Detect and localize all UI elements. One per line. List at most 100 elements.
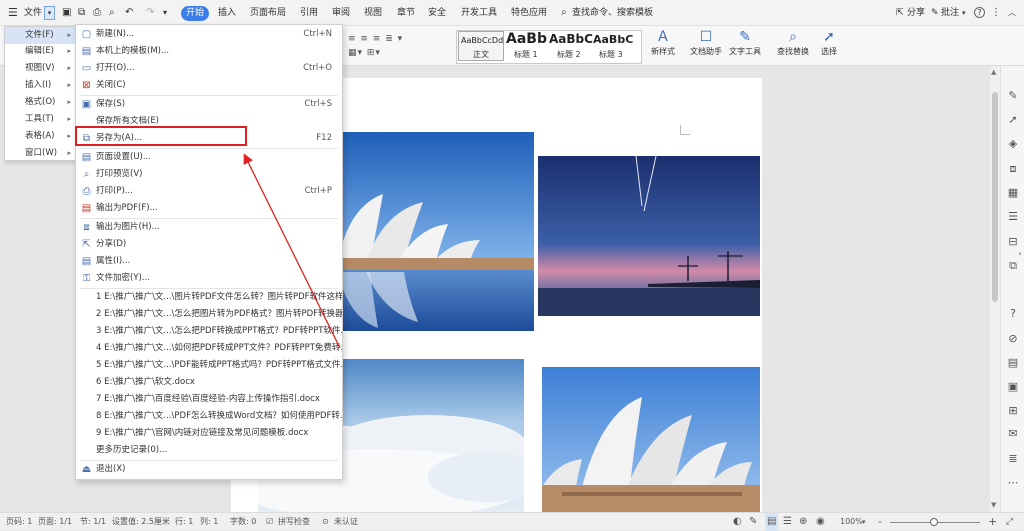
recent-file[interactable]: 5 E:\推广\推广\文...\PDF能转成PPT格式吗？PDF转PPT格式文件… — [76, 357, 342, 374]
hamburger-icon[interactable]: ☰ — [8, 0, 18, 26]
menu-table[interactable]: 表格(A) ▸ — [5, 128, 77, 145]
share-button[interactable]: 分享 — [907, 0, 925, 26]
zoom-in-button[interactable]: + — [988, 513, 997, 531]
command-search[interactable]: 查找命令、搜索模板 — [572, 0, 653, 26]
status-certification[interactable]: 未认证 — [334, 513, 358, 531]
align-icons[interactable]: ≡ ≡ ≡ ≣ ▾ — [348, 34, 403, 44]
style-heading-2[interactable]: AaBbC 标题 2 — [549, 31, 593, 61]
list-icon[interactable]: ≣ — [1005, 451, 1021, 467]
recent-file[interactable]: 4 E:\推广\推广\文...\如何把PDF转成PPT文件？PDF转PPT免费转… — [76, 340, 342, 357]
settings-sliders-icon[interactable]: ☰ — [1005, 209, 1021, 225]
recent-file[interactable]: 7 E:\推广\推广\百度经验\百度经验-内容上传操作指引.docx — [76, 391, 342, 408]
recent-file[interactable]: 2 E:\推广\推广\文...\怎么把图片转为PDF格式？图片转PDF转换器..… — [76, 306, 342, 323]
tab-page-layout[interactable]: 页面布局 — [250, 0, 286, 26]
gallery-icon[interactable]: ⊞ — [1005, 403, 1021, 419]
table-icon[interactable]: ▦ — [1005, 185, 1021, 201]
scroll-down-icon[interactable]: ▼ — [991, 501, 996, 509]
file-dropdown-icon[interactable]: ▾ — [44, 6, 55, 20]
more-history[interactable]: 更多历史记录(0)... — [76, 442, 342, 459]
print-icon[interactable]: ⎙ — [93, 0, 101, 26]
pen-icon[interactable]: ✎ — [1005, 88, 1021, 104]
zoom-dropdown-icon[interactable]: ▾ — [862, 513, 866, 531]
print-preview-icon[interactable]: ⌕ — [109, 0, 115, 26]
menu-item-share[interactable]: ⇱ 分享(D) — [76, 236, 342, 253]
link-icon[interactable]: ⊘ — [1005, 331, 1021, 347]
menu-item-print[interactable]: ⎙ 打印(P)... Ctrl+P — [76, 183, 342, 200]
menu-item-new[interactable]: ▢ 新建(N)... Ctrl+N — [76, 26, 342, 43]
comment-icon[interactable]: ✉ — [1005, 426, 1021, 442]
tab-security[interactable]: 安全 — [428, 0, 446, 26]
shapes-icon[interactable]: ◈ — [1005, 136, 1021, 152]
status-setting[interactable]: 设置值: 2.5厘米 — [112, 513, 170, 531]
recent-file[interactable]: 1 E:\推广\推广\文...\图片转PDF文件怎么转？图片转PDF软件这样..… — [76, 289, 342, 306]
menu-tools[interactable]: 工具(T) ▸ — [5, 111, 77, 128]
save-icon[interactable]: ▣ — [62, 0, 71, 26]
collapse-ribbon-icon[interactable]: ︿ — [1008, 0, 1016, 26]
zoom-slider-thumb[interactable] — [930, 518, 938, 526]
web-view-icon[interactable]: ⊕ — [799, 513, 807, 531]
annotate-button[interactable]: 批注 — [941, 0, 959, 26]
menu-view[interactable]: 视图(V) ▸ — [5, 60, 77, 77]
tab-view[interactable]: 视图 — [364, 0, 382, 26]
menu-edit[interactable]: 编辑(E) ▸ — [5, 43, 77, 60]
outline-view-icon[interactable]: ☰ — [783, 513, 792, 531]
menu-item-export-pdf[interactable]: ▤ 输出为PDF(F)... — [76, 200, 342, 217]
menu-item-open[interactable]: ▭ 打开(O)... Ctrl+O — [76, 60, 342, 77]
file-menu-button[interactable]: 文件 — [24, 0, 42, 26]
fit-page-icon[interactable]: ⤢ — [1006, 513, 1013, 531]
reading-view-icon[interactable]: ◉ — [816, 513, 825, 531]
new-style-button[interactable]: Ａ 新样式 — [646, 28, 680, 57]
select-button[interactable]: ➚ 选择 — [816, 28, 842, 57]
style-heading-3[interactable]: AaBbC 标题 3 — [593, 31, 639, 61]
menu-item-properties[interactable]: ▤ 属性(I)... — [76, 253, 342, 270]
save-as-quick-icon[interactable]: ⧉ — [78, 0, 85, 26]
find-replace-button[interactable]: ⌕ 查找替换 — [774, 28, 812, 57]
zoom-out-button[interactable]: - — [878, 513, 882, 531]
recent-file[interactable]: 6 E:\推广\推广\软文.docx — [76, 374, 342, 391]
help-panel-icon[interactable]: ? — [1005, 306, 1021, 322]
menu-insert[interactable]: 插入(I) ▸ — [5, 77, 77, 94]
doc-assistant-button[interactable]: ☐ 文档助手 — [688, 28, 724, 57]
annotate-dropdown-icon[interactable]: ▾ — [962, 0, 966, 26]
chart-icon[interactable]: ⧈ — [1005, 161, 1021, 177]
scroll-up-icon[interactable]: ▲ — [991, 68, 996, 76]
tab-developer[interactable]: 开发工具 — [461, 0, 497, 26]
photo-opera-house[interactable] — [542, 367, 760, 512]
recent-file[interactable]: 8 E:\推广\推广\文...\PDF怎么转换成Word文档？如何使用PDF转.… — [76, 408, 342, 425]
zoom-level[interactable]: 100% — [840, 513, 863, 531]
customize-quick-access-icon[interactable]: ▾ — [163, 0, 167, 26]
status-spellcheck[interactable]: 拼写检查 — [278, 513, 310, 531]
menu-item-page-setup[interactable]: ▤ 页面设置(U)... — [76, 149, 342, 166]
page-view-icon[interactable]: ▤ — [765, 513, 779, 531]
tab-home[interactable]: 开始 — [181, 6, 209, 21]
menu-item-print-preview[interactable]: ⌕ 打印预览(V) — [76, 166, 342, 183]
copy-icon[interactable]: ⧉ — [1005, 258, 1021, 274]
tab-reference[interactable]: 引用 — [300, 0, 318, 26]
tab-review[interactable]: 审阅 — [332, 0, 350, 26]
tab-insert[interactable]: 插入 — [218, 0, 236, 26]
tab-chapter[interactable]: 章节 — [397, 0, 415, 26]
more-icon[interactable]: ⋮ — [991, 0, 1001, 26]
status-word-count[interactable]: 字数: 0 — [230, 513, 256, 531]
menu-item-close[interactable]: ⊠ 关闭(C) — [76, 77, 342, 94]
undo-icon[interactable]: ↶ — [125, 0, 133, 26]
menu-item-export-image[interactable]: ⧈ 输出为图片(H)... — [76, 219, 342, 236]
menu-window[interactable]: 窗口(W) ▸ — [5, 145, 77, 162]
vertical-scroll-thumb[interactable] — [992, 92, 998, 302]
edit-mode-icon[interactable]: ✎ — [749, 513, 757, 531]
eye-protection-icon[interactable]: ◐ — [733, 513, 742, 531]
style-normal[interactable]: AaBbCcDd 正文 — [458, 31, 504, 61]
help-icon[interactable]: ? — [974, 7, 985, 18]
doc-edit-icon[interactable]: ▣ — [1005, 379, 1021, 395]
tab-special-apps[interactable]: 特色应用 — [511, 0, 547, 26]
cursor-select-icon[interactable]: ➚ — [1005, 112, 1021, 128]
status-pages[interactable]: 页面: 1/1 — [38, 513, 72, 531]
menu-file[interactable]: 文件(F) ▸ — [5, 27, 77, 44]
redo-icon[interactable]: ↷ — [146, 0, 154, 26]
border-icons[interactable]: ▦▾ ⊞▾ — [348, 48, 381, 58]
photo-pier-dusk[interactable] — [538, 156, 760, 316]
menu-format[interactable]: 格式(O) ▸ — [5, 94, 77, 111]
recent-file[interactable]: 3 E:\推广\推广\文...\怎么把PDF转换成PPT格式？PDF转PPT软件… — [76, 323, 342, 340]
style-heading-1[interactable]: AaBb 标题 1 — [505, 31, 549, 61]
menu-item-exit[interactable]: ⏏ 退出(X) — [76, 461, 342, 478]
